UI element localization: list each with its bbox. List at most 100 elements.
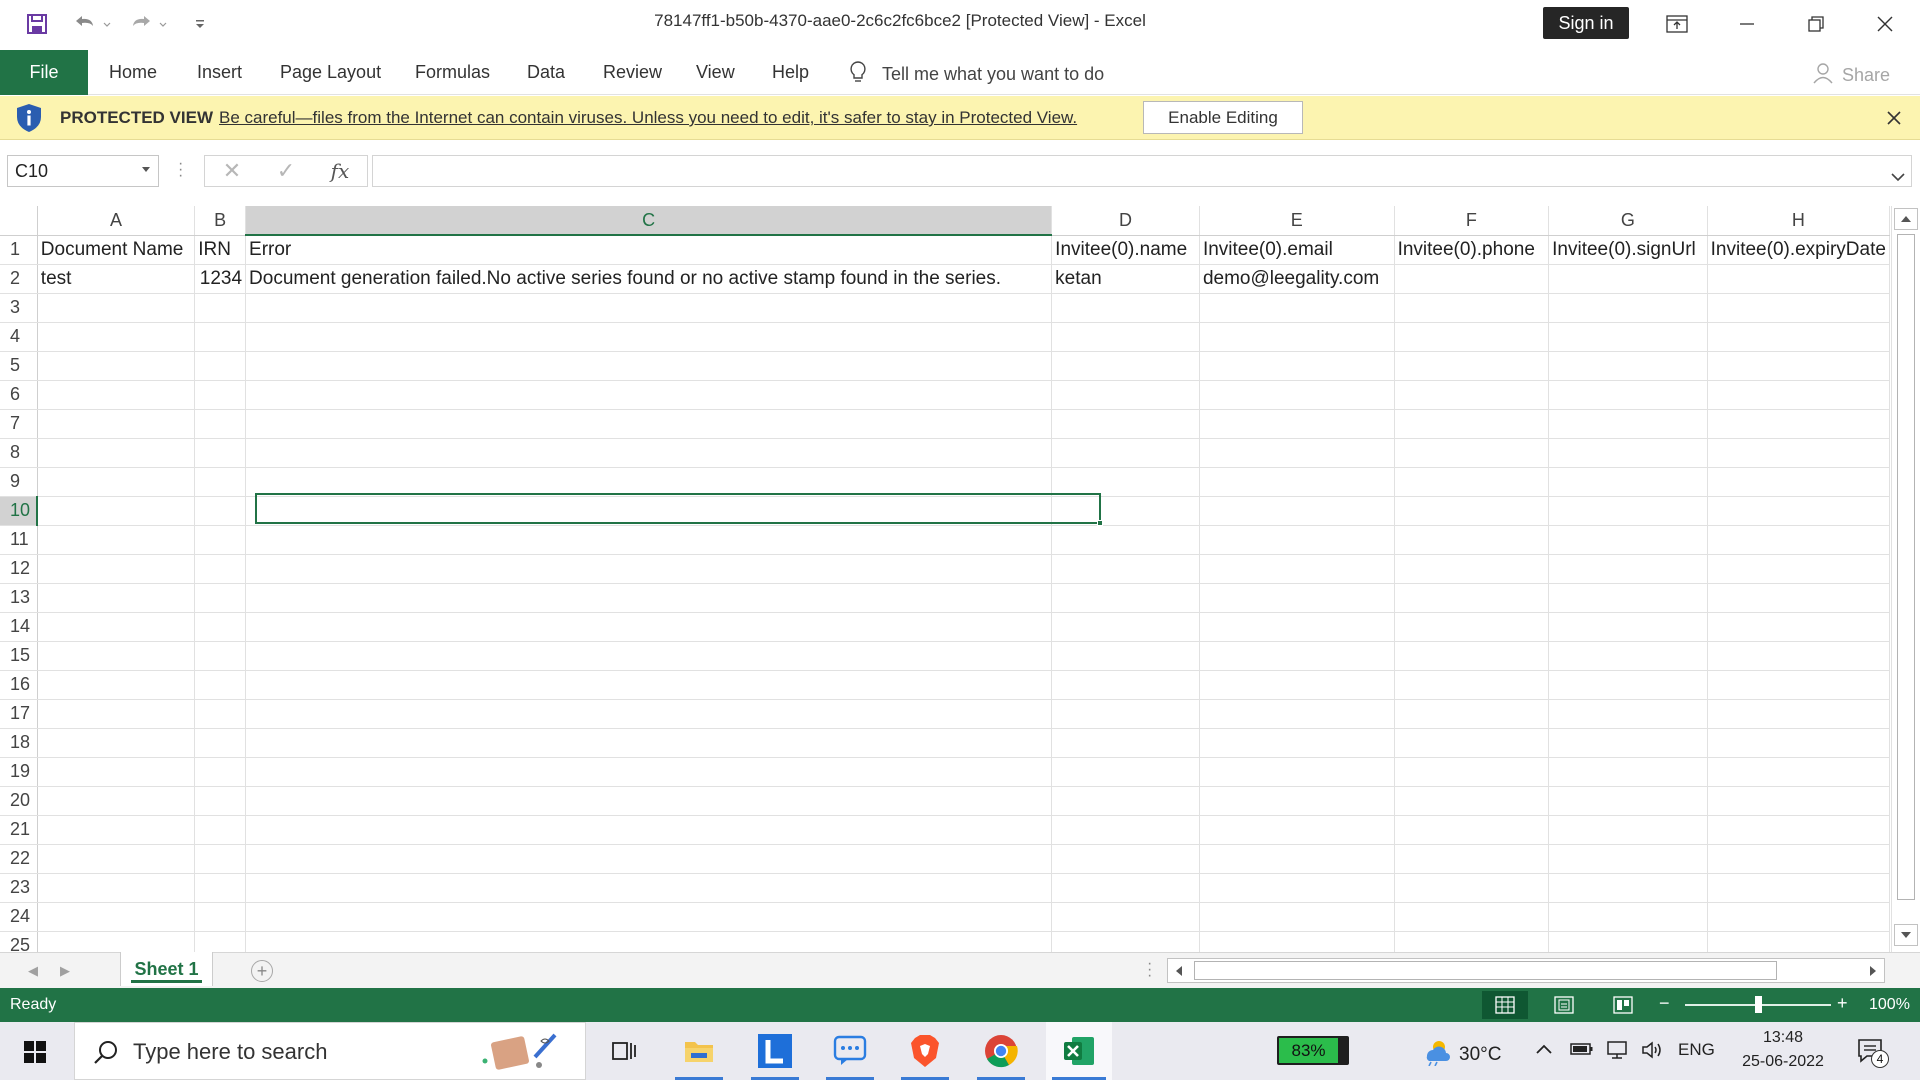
cell[interactable] <box>1548 902 1708 932</box>
column-header-h[interactable]: H <box>1707 206 1890 236</box>
cell[interactable] <box>37 844 196 874</box>
zoom-level[interactable]: 100% <box>1869 996 1910 1014</box>
cell[interactable] <box>1051 438 1200 468</box>
cell[interactable] <box>1394 438 1550 468</box>
cell[interactable] <box>194 351 247 381</box>
cell[interactable] <box>194 757 247 787</box>
cell[interactable] <box>1051 467 1200 497</box>
tab-home[interactable]: Home <box>109 62 157 83</box>
scroll-down-icon[interactable] <box>1894 924 1918 946</box>
cell[interactable] <box>1707 902 1890 932</box>
tab-review[interactable]: Review <box>603 62 662 83</box>
cell[interactable] <box>1051 815 1200 845</box>
active-cell-selection[interactable] <box>255 493 1103 526</box>
spreadsheet-grid[interactable]: A B C D E F G H 1 Document Name IRN Erro… <box>0 206 1890 952</box>
cell[interactable] <box>37 496 196 526</box>
cell[interactable] <box>1394 525 1550 555</box>
row-header[interactable]: 4 <box>0 322 38 352</box>
brave-browser-icon[interactable] <box>895 1022 955 1080</box>
cell[interactable] <box>1707 525 1890 555</box>
vertical-scrollbar[interactable] <box>1891 206 1920 952</box>
cell[interactable] <box>1707 322 1890 352</box>
cell[interactable] <box>37 351 196 381</box>
cell[interactable] <box>1199 554 1395 584</box>
cell[interactable] <box>37 931 196 952</box>
scroll-left-icon[interactable] <box>1168 959 1190 982</box>
cell[interactable] <box>194 815 247 845</box>
chat-app-icon[interactable] <box>820 1022 880 1080</box>
network-icon[interactable] <box>1606 1040 1630 1065</box>
fill-handle[interactable] <box>1097 520 1103 526</box>
cell[interactable] <box>1394 902 1550 932</box>
cell[interactable] <box>1051 380 1200 410</box>
tell-me-search[interactable]: Tell me what you want to do <box>848 60 1104 89</box>
cell[interactable] <box>1051 409 1200 439</box>
cell[interactable] <box>37 786 196 816</box>
cell[interactable] <box>1394 670 1550 700</box>
cell[interactable] <box>245 351 1053 381</box>
cell[interactable] <box>1051 612 1200 642</box>
cell[interactable] <box>37 612 196 642</box>
row-header[interactable]: 23 <box>0 873 38 903</box>
cell[interactable] <box>245 409 1053 439</box>
add-sheet-icon[interactable]: + <box>251 960 273 982</box>
row-header[interactable]: 21 <box>0 815 38 845</box>
cell[interactable] <box>1707 496 1890 526</box>
l-app-icon[interactable] <box>745 1022 805 1080</box>
cell[interactable] <box>1548 438 1708 468</box>
row-header[interactable]: 8 <box>0 438 38 468</box>
cell[interactable]: Error <box>245 235 1053 265</box>
page-layout-view-icon[interactable] <box>1541 991 1587 1019</box>
cell[interactable] <box>194 641 247 671</box>
cell[interactable] <box>1548 496 1708 526</box>
cell[interactable]: 1234 <box>194 264 247 294</box>
cell[interactable] <box>1051 525 1200 555</box>
cell[interactable]: Document Name <box>37 235 196 265</box>
cell[interactable] <box>1394 409 1550 439</box>
column-header-f[interactable]: F <box>1394 206 1550 236</box>
tab-insert[interactable]: Insert <box>197 62 242 83</box>
task-view-icon[interactable] <box>594 1022 654 1080</box>
restore-icon[interactable] <box>1786 0 1846 48</box>
cell[interactable] <box>245 554 1053 584</box>
column-header-b[interactable]: B <box>194 206 247 236</box>
cell[interactable]: IRN <box>194 235 247 265</box>
excel-app-icon[interactable] <box>1046 1022 1112 1080</box>
cell[interactable] <box>1051 902 1200 932</box>
cell[interactable] <box>245 438 1053 468</box>
cell[interactable] <box>245 844 1053 874</box>
cell[interactable] <box>194 873 247 903</box>
cell[interactable] <box>1199 844 1395 874</box>
cell[interactable] <box>37 554 196 584</box>
cell[interactable] <box>245 612 1053 642</box>
cell[interactable] <box>1051 699 1200 729</box>
next-sheet-icon[interactable]: ▶ <box>60 963 70 979</box>
cell[interactable] <box>1548 467 1708 497</box>
cell[interactable] <box>194 612 247 642</box>
cell[interactable] <box>1707 351 1890 381</box>
cell[interactable] <box>1051 728 1200 758</box>
cell[interactable] <box>194 728 247 758</box>
cell[interactable]: Invitee(0).name <box>1051 235 1200 265</box>
cell[interactable] <box>1199 931 1395 952</box>
tab-help[interactable]: Help <box>772 62 809 83</box>
cell[interactable] <box>1051 844 1200 874</box>
notifications-icon[interactable]: 4 <box>1857 1038 1889 1069</box>
column-header-g[interactable]: G <box>1548 206 1708 236</box>
cell[interactable] <box>1548 380 1708 410</box>
cell[interactable] <box>1548 264 1708 294</box>
cell[interactable] <box>245 293 1053 323</box>
volume-icon[interactable] <box>1641 1040 1665 1065</box>
cell[interactable] <box>245 873 1053 903</box>
cell[interactable] <box>1051 931 1200 952</box>
cell[interactable]: Invitee(0).signUrl <box>1548 235 1708 265</box>
cell[interactable] <box>245 322 1053 352</box>
cell[interactable] <box>1707 293 1890 323</box>
cell[interactable] <box>245 757 1053 787</box>
cell[interactable] <box>37 699 196 729</box>
cell[interactable] <box>245 786 1053 816</box>
taskbar-search-box[interactable]: Type here to search <box>74 1022 586 1080</box>
formula-input[interactable] <box>372 155 1912 187</box>
cell[interactable] <box>194 496 247 526</box>
cell[interactable] <box>1394 757 1550 787</box>
